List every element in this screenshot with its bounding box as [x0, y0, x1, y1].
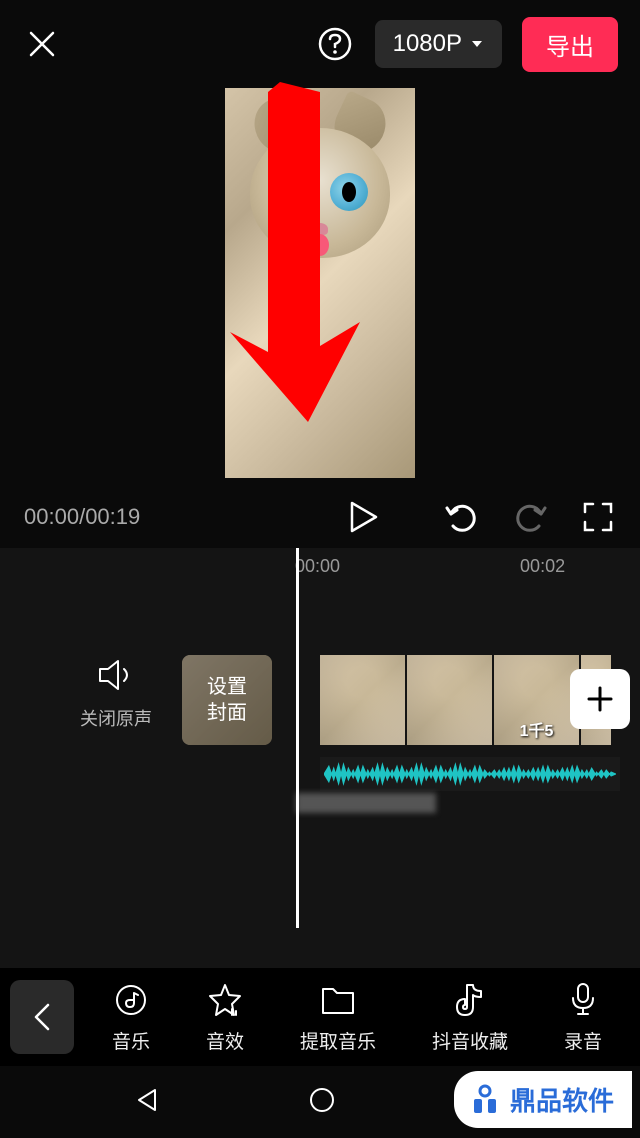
playback-controls [444, 499, 616, 535]
clip-thumbnail[interactable] [407, 655, 492, 745]
undo-icon [445, 502, 479, 532]
fullscreen-button[interactable] [580, 499, 616, 535]
resolution-value: 1080P [393, 30, 462, 58]
watermark-text: 鼎品软件 [510, 1081, 614, 1118]
tool-douyin-favorites[interactable]: 抖音收藏 [432, 981, 508, 1054]
play-icon [350, 501, 378, 533]
tool-record[interactable]: 录音 [564, 981, 602, 1054]
douyin-icon [455, 983, 485, 1017]
clip-thumbnail[interactable] [320, 655, 405, 745]
speaker-icon [98, 659, 134, 691]
close-button[interactable] [22, 24, 62, 64]
undo-button[interactable] [444, 499, 480, 535]
timeline-area[interactable]: 00:00 00:02 关闭原声 设置 封面 [0, 548, 640, 968]
tool-label: 音乐 [112, 1027, 150, 1054]
header-bar: 1080P 导出 [0, 0, 640, 88]
preview-content [250, 128, 390, 288]
plus-icon [585, 684, 615, 714]
video-preview[interactable] [225, 88, 415, 478]
mute-original-button[interactable]: 关闭原声 [80, 655, 152, 731]
header-right: 1080P 导出 [315, 17, 618, 72]
circle-home-icon [308, 1086, 336, 1114]
toolbar-back-button[interactable] [10, 980, 74, 1054]
fullscreen-icon [583, 502, 613, 532]
mute-label: 关闭原声 [80, 705, 152, 731]
watermark-logo-icon [468, 1083, 502, 1117]
audio-waveform [324, 760, 616, 788]
export-button[interactable]: 导出 [522, 17, 618, 72]
set-cover-button[interactable]: 设置 封面 [182, 655, 272, 745]
redo-icon [513, 502, 547, 532]
help-button[interactable] [315, 24, 355, 64]
clip-label: 1千5 [520, 717, 554, 741]
redo-button[interactable] [512, 499, 548, 535]
star-icon [208, 983, 242, 1017]
watermark-badge: 鼎品软件 [454, 1071, 632, 1128]
ruler-mark: 00:00 [295, 556, 340, 577]
audio-track[interactable] [320, 757, 620, 791]
tool-extract-music[interactable]: 提取音乐 [300, 981, 376, 1054]
chevron-left-icon [34, 1003, 50, 1031]
add-clip-button[interactable] [570, 669, 630, 729]
timeline-content: 关闭原声 设置 封面 1千5 [0, 585, 640, 795]
question-circle-icon [317, 26, 353, 62]
tool-label: 录音 [564, 1027, 602, 1054]
playback-bar: 00:00/00:19 [0, 486, 640, 548]
nav-back[interactable] [133, 1086, 161, 1119]
tool-music[interactable]: 音乐 [112, 981, 150, 1054]
video-track[interactable]: 1千5 [320, 655, 611, 745]
preview-area [0, 88, 640, 486]
playhead[interactable] [296, 548, 299, 928]
time-ruler: 00:00 00:02 [0, 548, 640, 585]
triangle-back-icon [133, 1086, 161, 1114]
tool-label: 提取音乐 [300, 1027, 376, 1054]
tool-sound-effect[interactable]: 音效 [206, 981, 244, 1054]
tool-label: 音效 [206, 1027, 244, 1054]
music-note-icon [114, 983, 148, 1017]
microphone-icon [570, 982, 596, 1018]
folder-icon [321, 985, 355, 1015]
clip-thumbnail[interactable]: 1千5 [494, 655, 579, 745]
nav-home[interactable] [308, 1086, 336, 1119]
audio-clip[interactable] [296, 793, 436, 813]
resolution-selector[interactable]: 1080P [375, 20, 502, 68]
bottom-toolbar: 音乐 音效 提取音乐 抖 [0, 968, 640, 1066]
ruler-mark: 00:02 [520, 556, 565, 577]
chevron-down-icon [470, 39, 484, 49]
play-button[interactable] [344, 497, 384, 537]
close-icon [27, 29, 57, 59]
time-display: 00:00/00:19 [24, 504, 344, 530]
tool-label: 抖音收藏 [432, 1027, 508, 1054]
